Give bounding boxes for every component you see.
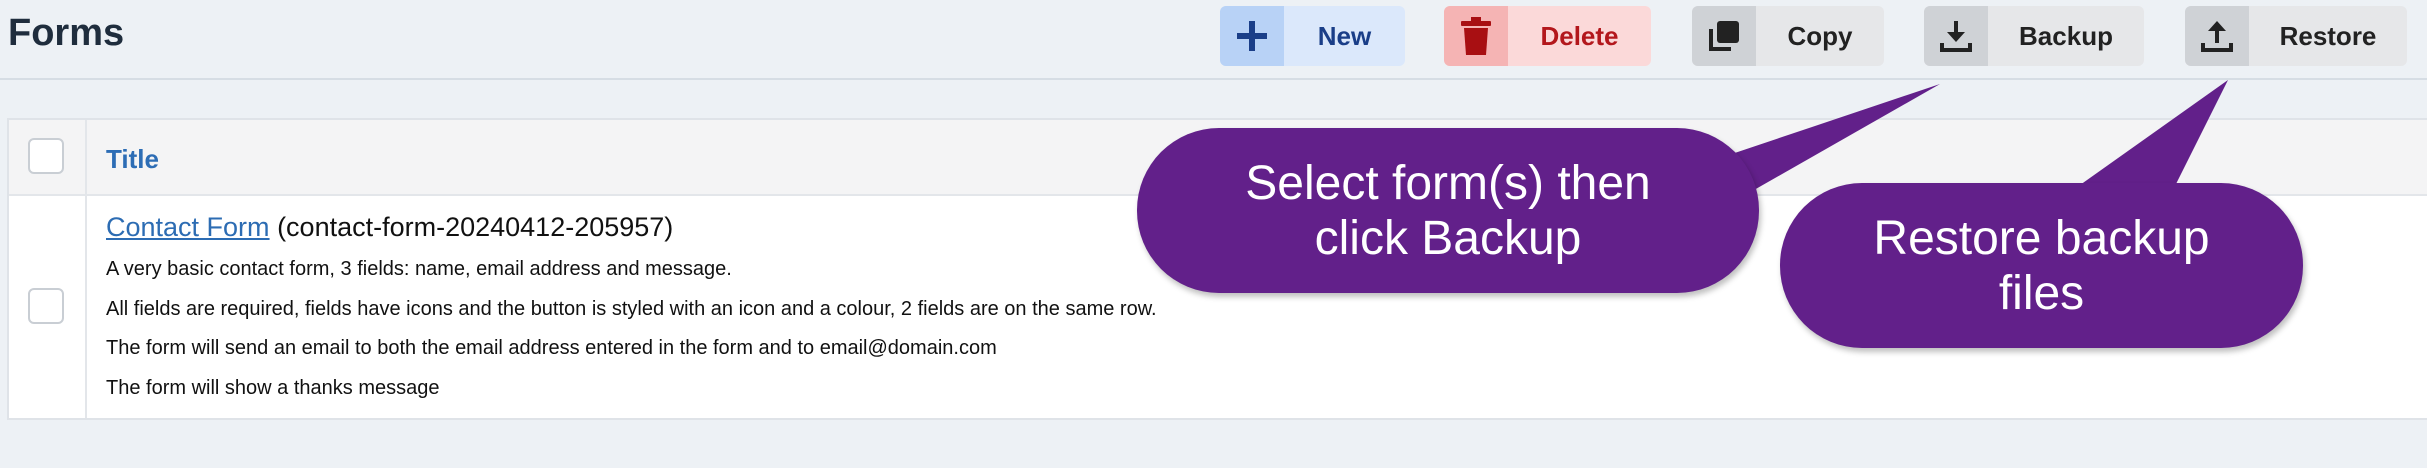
- restore-callout-pointer: [2080, 80, 2228, 200]
- restore-callout-line: files: [1998, 266, 2085, 320]
- restore-callout: Restore backup files: [1780, 183, 2303, 348]
- backup-callout-line: click Backup: [1314, 211, 1582, 265]
- restore-callout-line: Restore backup: [1873, 211, 2210, 265]
- backup-callout: Select form(s) then click Backup: [1137, 128, 1759, 293]
- backup-callout-line: Select form(s) then: [1245, 156, 1651, 210]
